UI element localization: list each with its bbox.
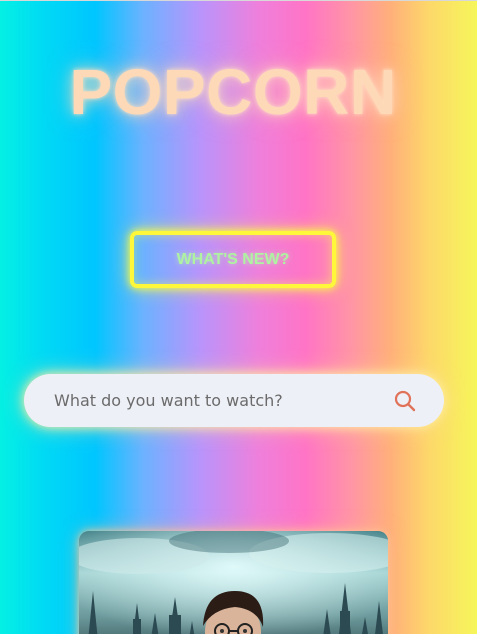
brand-title: POPCORN bbox=[69, 56, 397, 128]
movie-poster-image bbox=[79, 531, 388, 634]
whats-new-button[interactable]: WHAT'S NEW? bbox=[130, 231, 336, 288]
search-icon[interactable] bbox=[394, 390, 416, 412]
search-bar bbox=[24, 374, 444, 427]
top-divider bbox=[0, 0, 477, 1]
featured-movie-poster[interactable] bbox=[79, 531, 388, 634]
search-input[interactable] bbox=[24, 374, 394, 427]
